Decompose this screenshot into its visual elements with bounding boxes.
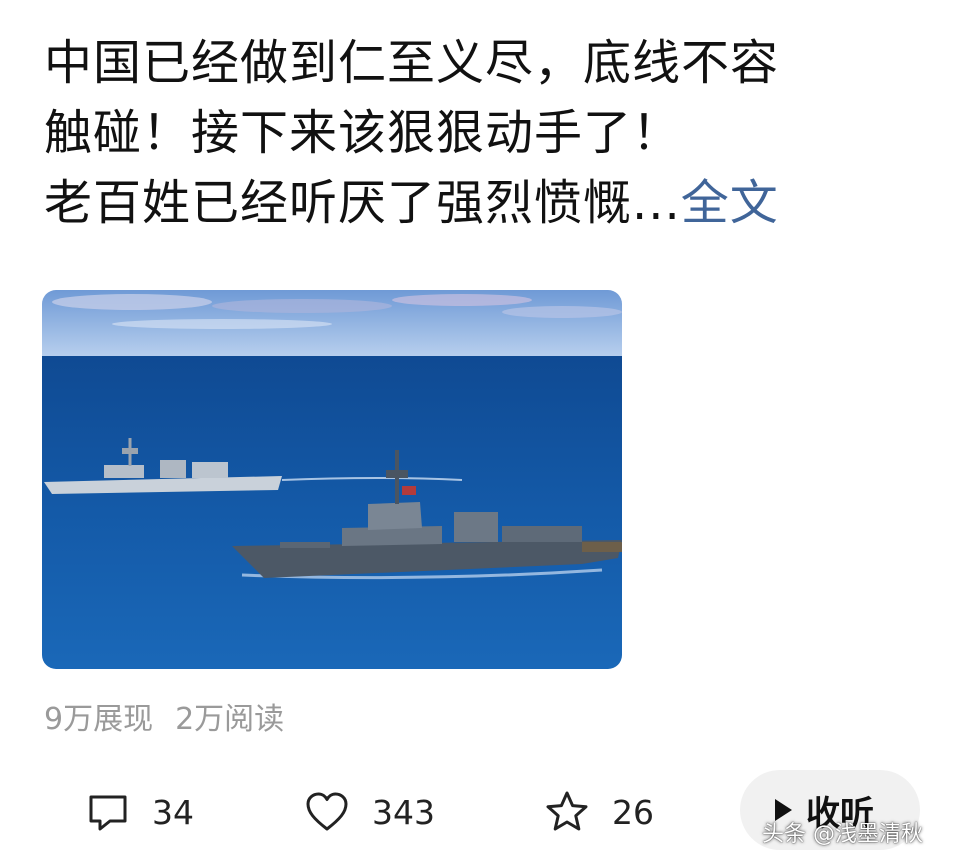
impressions-count: 9万展现 <box>44 702 154 737</box>
post-image[interactable] <box>42 290 622 669</box>
favorite-count: 26 <box>612 792 654 832</box>
star-icon <box>546 791 588 831</box>
heart-icon <box>306 792 348 831</box>
post-text: 中国已经做到仁至义尽，底线不容 触碰！接下来该狠狠动手了！ 老百姓已经听厌了强烈… <box>44 28 924 238</box>
post-stats: 9万展现 2万阅读 <box>44 694 284 738</box>
full-text-link[interactable]: 全文 <box>681 175 779 231</box>
reads-count: 2万阅读 <box>175 702 285 737</box>
post-text-line-2: 触碰！接下来该狠狠动手了！ <box>44 105 682 161</box>
warships-photo <box>42 290 622 669</box>
comment-count: 34 <box>152 792 194 832</box>
comment-button[interactable]: 34 <box>86 784 194 840</box>
like-count: 343 <box>372 792 435 832</box>
post-text-line-1: 中国已经做到仁至义尽，底线不容 <box>44 35 780 91</box>
favorite-button[interactable]: 26 <box>544 784 654 840</box>
comment-icon <box>89 795 127 831</box>
watermark: 头条 @浅墨清秋 <box>762 822 923 847</box>
like-button[interactable]: 343 <box>304 784 435 840</box>
post-text-line-3: 老百姓已经听厌了强烈愤慨...全文 <box>44 168 924 238</box>
post-text-line-3-content: 老百姓已经听厌了强烈愤慨... <box>44 175 681 231</box>
